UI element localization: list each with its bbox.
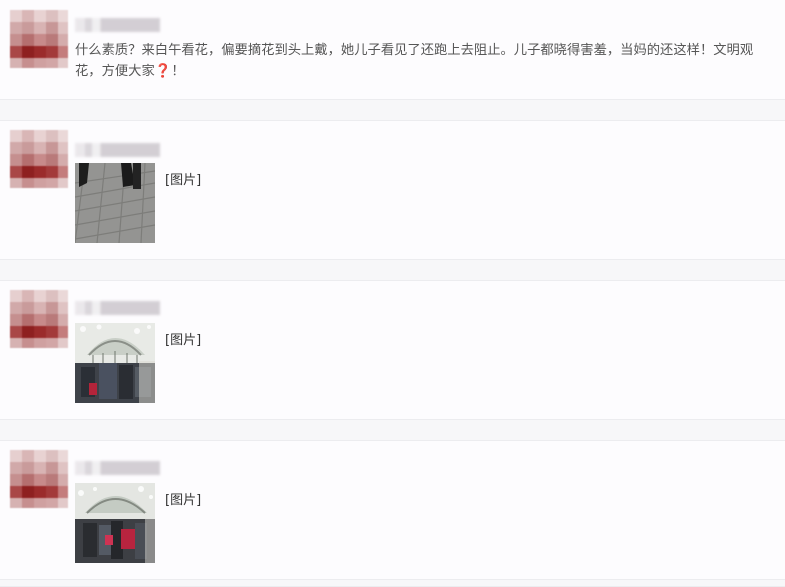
user-avatar[interactable] xyxy=(10,10,68,68)
user-avatar[interactable] xyxy=(10,290,68,348)
image-placeholder-label: [图片] xyxy=(165,173,202,188)
comment-item: [图片] xyxy=(0,441,785,587)
user-name-redacted[interactable] xyxy=(75,143,160,157)
comment-text: 什么素质？来白午看花，偏要摘花到头上戴，她儿子看见了还跑上去阻止。儿子都晓得害羞… xyxy=(75,40,775,82)
comment-image-thumbnail[interactable] xyxy=(75,483,155,563)
user-avatar[interactable] xyxy=(10,450,68,508)
separator xyxy=(0,259,785,281)
comment-item: 什么素质？来白午看花，偏要摘花到头上戴，她儿子看见了还跑上去阻止。儿子都晓得害羞… xyxy=(0,0,785,99)
question-icon: ❓ xyxy=(154,64,172,79)
separator xyxy=(0,99,785,121)
image-placeholder-label: [图片] xyxy=(165,493,202,508)
comment-item: [图片] xyxy=(0,121,785,259)
separator xyxy=(0,579,785,587)
user-name-redacted[interactable] xyxy=(75,461,160,475)
separator xyxy=(0,419,785,441)
user-name-redacted[interactable] xyxy=(75,18,160,32)
comment-item: [图片] xyxy=(0,281,785,419)
user-name-redacted[interactable] xyxy=(75,301,160,315)
image-placeholder-label: [图片] xyxy=(165,333,202,348)
comment-image-thumbnail[interactable] xyxy=(75,163,155,243)
comment-trail: ！ xyxy=(171,64,185,79)
user-avatar[interactable] xyxy=(10,130,68,188)
comment-image-thumbnail[interactable] xyxy=(75,323,155,403)
